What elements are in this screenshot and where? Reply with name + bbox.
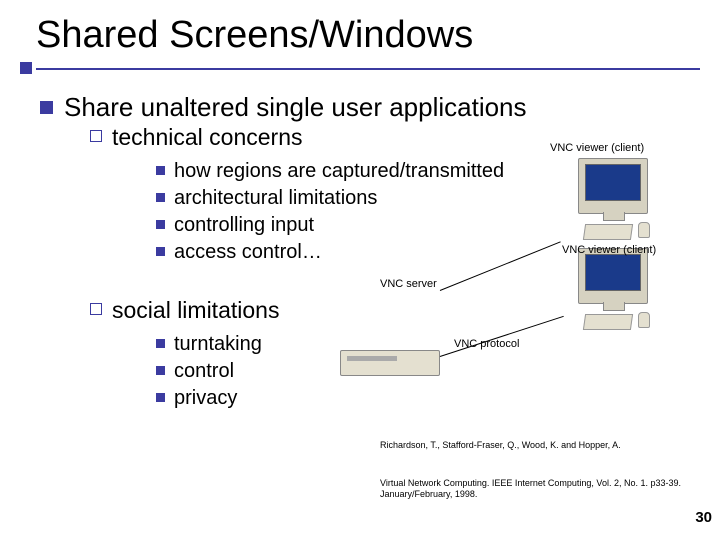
vnc-diagram: VNC viewer (client) VNC viewer (client) … <box>370 148 700 378</box>
title-bar: Shared Screens/Windows <box>0 14 720 57</box>
arrow-line <box>440 241 561 291</box>
diagram-label-client-right: VNC viewer (client) <box>562 244 656 256</box>
bullet-main-text: Share unaltered single user applications <box>64 92 527 122</box>
mouse-icon <box>638 222 650 238</box>
social-item-0: turntaking <box>174 333 262 355</box>
diagram-label-client-top: VNC viewer (client) <box>550 142 644 154</box>
tech-item-3: access control… <box>174 241 322 263</box>
tech-item-1: architectural limitations <box>174 187 377 209</box>
slide: Shared Screens/Windows Share unaltered s… <box>0 0 720 540</box>
keyboard-icon <box>583 224 633 240</box>
citation-authors: Richardson, T., Stafford-Fraser, Q., Woo… <box>380 440 680 451</box>
diagram-label-server: VNC server <box>380 278 437 290</box>
keyboard-icon <box>583 314 633 330</box>
page-number: 30 <box>695 509 712 526</box>
slide-title: Shared Screens/Windows <box>36 14 473 56</box>
social-item-2: privacy <box>174 387 237 409</box>
tech-item-2: controlling input <box>174 214 314 236</box>
title-underline <box>36 68 700 70</box>
bullet-social-text: social limitations <box>112 297 279 323</box>
server-icon <box>340 350 440 376</box>
title-marker-icon <box>20 62 32 74</box>
monitor-icon <box>578 248 648 304</box>
social-item-1: control <box>174 360 234 382</box>
monitor-icon <box>578 158 648 214</box>
mouse-icon <box>638 312 650 328</box>
list-item: privacy <box>154 385 700 412</box>
arrow-line <box>440 316 564 357</box>
bullet-technical-text: technical concerns <box>112 124 303 150</box>
citation-source: Virtual Network Computing. IEEE Internet… <box>380 478 690 501</box>
